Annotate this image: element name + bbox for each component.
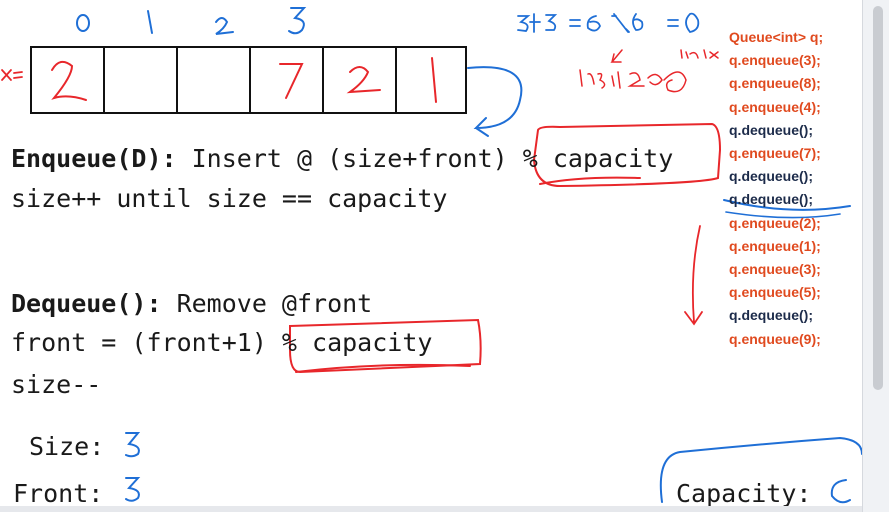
- cell-0-value: [51, 60, 87, 101]
- size-value-glyph: [125, 432, 141, 458]
- front-value-glyph: [125, 477, 141, 502]
- front-label: Front:: [13, 479, 104, 508]
- array-boxes: [30, 46, 467, 114]
- enqueue-description: Insert @ (size+front) % capacity: [176, 144, 674, 173]
- code-line: q.enqueue(5);: [729, 284, 821, 301]
- array-label-x: [1, 69, 12, 81]
- index-0-glyph: [76, 14, 90, 32]
- note-insert-glyphs: [579, 69, 687, 93]
- code-line: q.dequeue();: [729, 168, 813, 185]
- dequeue-line-1: Dequeue(): Remove @front: [11, 290, 372, 318]
- note-index-arrow: [610, 49, 623, 63]
- array-label-eq: [13, 71, 23, 79]
- index-1-glyph: [147, 10, 153, 34]
- enqueue-line-1: Enqueue(D): Insert @ (size+front) % capa…: [11, 145, 673, 173]
- dequeue-description: Remove @front: [161, 289, 373, 318]
- size-label: Size:: [29, 432, 105, 461]
- dequeue-line-3: size--: [11, 370, 102, 399]
- code-line: q.enqueue(8);: [729, 75, 821, 92]
- cell-3-value: [279, 63, 304, 99]
- note-calc-glyphs: [517, 12, 700, 33]
- cell-4-value: [346, 66, 381, 94]
- index-3-glyph: [288, 7, 307, 35]
- code-line: q.dequeue();: [729, 307, 813, 324]
- dequeue-line-2: front = (front+1) % capacity: [11, 328, 433, 357]
- code-line: q.enqueue(4);: [729, 98, 821, 115]
- code-line: q.dequeue();: [729, 191, 813, 208]
- code-line: q.enqueue(3);: [729, 52, 821, 69]
- code-line: q.enqueue(7);: [729, 145, 821, 162]
- code-line: q.enqueue(9);: [729, 330, 821, 347]
- code-line: Queue<int> q;: [729, 29, 824, 45]
- enqueue-title: Enqueue(D):: [11, 144, 177, 173]
- enqueue-line-2: size++ until size == capacity: [11, 184, 448, 213]
- code-line: q.enqueue(2);: [729, 214, 821, 231]
- wrap-arrow: [467, 66, 523, 137]
- capacity-value-glyph: [830, 479, 851, 504]
- code-line: q.enqueue(3);: [729, 261, 821, 278]
- dequeue-title: Dequeue():: [11, 289, 162, 318]
- enqueue-capacity-underline: [539, 176, 641, 185]
- sequence-down-arrow: [684, 225, 703, 326]
- horizontal-scrollbar-track[interactable]: [0, 506, 862, 512]
- index-2-glyph: [215, 17, 234, 35]
- code-line: q.enqueue(1);: [729, 237, 821, 254]
- capacity-label: Capacity:: [676, 479, 812, 508]
- note-index-glyphs: [680, 49, 719, 59]
- code-line: q.dequeue();: [729, 121, 813, 138]
- cell-5-value: [431, 57, 437, 103]
- code-sequence-list: Queue<int> q; q.enqueue(3); q.enqueue(8); q…: [729, 26, 823, 351]
- vertical-scrollbar-thumb[interactable]: [873, 6, 883, 390]
